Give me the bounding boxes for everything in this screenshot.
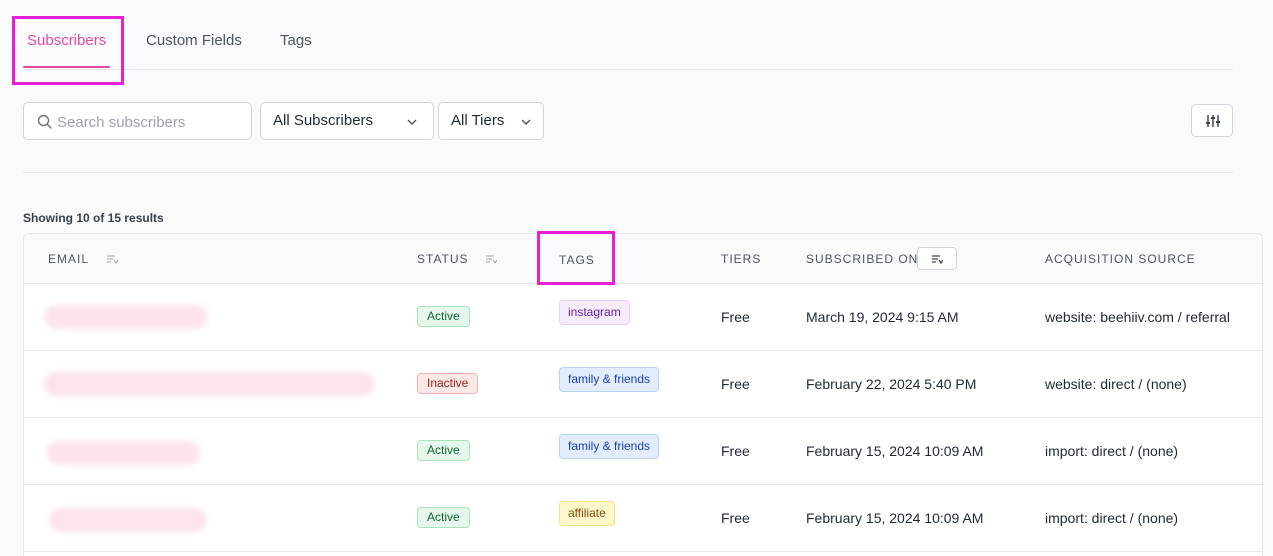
table-row[interactable]: Inactive family & friends Free February … <box>24 351 1262 418</box>
audience-select[interactable]: All Subscribers <box>260 102 434 140</box>
email-redacted <box>46 441 200 465</box>
acquisition-source-cell: import: direct / (none) <box>1045 443 1179 459</box>
subscribed-on-cell: February 22, 2024 5:40 PM <box>806 376 977 392</box>
column-header-tags: TAGS <box>559 253 595 267</box>
sort-subscribed-on-button[interactable] <box>917 247 957 270</box>
chevron-down-icon <box>407 119 417 125</box>
status-badge: Inactive <box>417 373 479 394</box>
sort-icon[interactable] <box>106 253 118 265</box>
email-redacted <box>44 372 374 396</box>
tag-chip[interactable]: family & friends <box>559 367 660 392</box>
tab-tags[interactable]: Tags <box>280 32 312 49</box>
tier-cell: Free <box>721 376 750 392</box>
tag-chip[interactable]: family & friends <box>559 434 660 459</box>
results-count: Showing 10 of 15 results <box>23 211 164 225</box>
subscribers-table: EMAIL STATUS TAGS TIERS SUBSCRIBED ON AC… <box>23 233 1263 556</box>
tier-cell: Free <box>721 309 750 325</box>
table-row[interactable]: Active affiliate Free February 15, 2024 … <box>24 485 1262 552</box>
section-divider <box>23 172 1233 173</box>
status-badge: Active <box>417 306 470 327</box>
search-box[interactable] <box>23 102 252 140</box>
status-badge: Active <box>417 440 470 461</box>
search-icon <box>37 114 52 129</box>
active-tab-indicator <box>23 66 110 68</box>
acquisition-source-cell: import: direct / (none) <box>1045 510 1179 526</box>
tag-chip[interactable]: affiliate <box>559 501 615 526</box>
status-badge: Active <box>417 507 470 528</box>
tiers-select-value: All Tiers <box>451 112 505 129</box>
acquisition-source-cell: website: direct / (none) <box>1045 376 1187 392</box>
column-header-subscribed-on[interactable]: SUBSCRIBED ON <box>806 252 918 266</box>
table-row[interactable]: Active instagram Free March 19, 2024 9:1… <box>24 284 1262 351</box>
email-redacted <box>49 508 207 532</box>
table-row[interactable]: Active family & friends Free February 15… <box>24 418 1262 485</box>
search-input[interactable] <box>57 111 242 133</box>
sliders-icon <box>1206 115 1220 127</box>
subscribed-on-cell: February 15, 2024 10:09 AM <box>806 443 984 459</box>
column-settings-button[interactable] <box>1191 104 1233 137</box>
subscribed-on-cell: February 15, 2024 10:09 AM <box>806 510 984 526</box>
table-header: EMAIL STATUS TAGS TIERS SUBSCRIBED ON AC… <box>24 234 1262 284</box>
sort-icon[interactable] <box>485 253 497 265</box>
tag-chip[interactable]: instagram <box>559 300 630 325</box>
email-redacted <box>44 305 208 329</box>
tab-custom-fields[interactable]: Custom Fields <box>146 32 242 49</box>
subscribed-on-cell: March 19, 2024 9:15 AM <box>806 309 959 325</box>
audience-select-value: All Subscribers <box>273 112 374 129</box>
column-header-acquisition-source: ACQUISITION SOURCE <box>1045 252 1196 266</box>
column-header-status[interactable]: STATUS <box>417 252 469 266</box>
tiers-select[interactable]: All Tiers <box>438 102 544 140</box>
tier-cell: Free <box>721 510 750 526</box>
chevron-down-icon <box>521 119 531 125</box>
tab-bar: Subscribers Custom Fields Tags <box>23 0 1233 70</box>
acquisition-source-cell: website: beehiiv.com / referral <box>1045 309 1230 325</box>
tab-subscribers[interactable]: Subscribers <box>27 32 106 49</box>
tier-cell: Free <box>721 443 750 459</box>
sort-icon <box>932 255 943 265</box>
column-header-tiers: TIERS <box>721 252 762 266</box>
column-header-email[interactable]: EMAIL <box>48 252 89 266</box>
